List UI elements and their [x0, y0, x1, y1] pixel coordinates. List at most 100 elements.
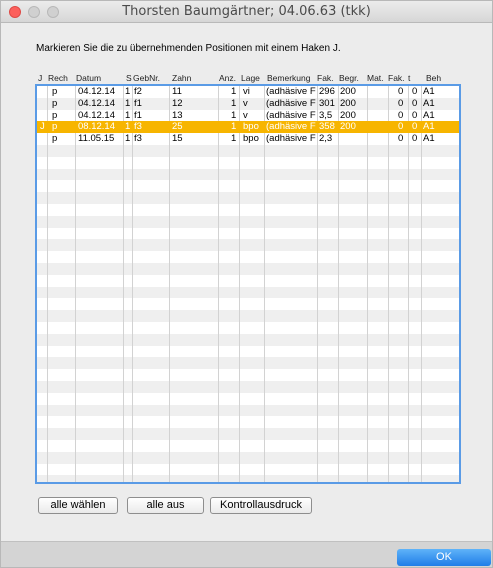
control-printout-button[interactable]: Kontrollausdruck: [210, 497, 312, 514]
column-divider: [47, 86, 48, 482]
table-stripe: [37, 239, 459, 252]
cell-beh: A1: [423, 133, 435, 145]
table-stripe: [37, 416, 459, 429]
table-stripe: [37, 251, 459, 263]
cell-fak: 2,3: [319, 133, 333, 145]
cell-fak: 358: [319, 121, 335, 133]
cell-s: 1: [125, 133, 131, 145]
column-header-fak2[interactable]: Fak.: [388, 73, 405, 83]
column-divider: [132, 86, 133, 482]
cell-t: 0: [412, 86, 418, 97]
cell-lage: v: [243, 109, 248, 121]
cell-zahn: 25: [172, 121, 183, 133]
table-stripe: [37, 333, 459, 346]
table-stripe: [37, 263, 459, 275]
column-header-datum[interactable]: Datum: [76, 73, 101, 83]
cell-s: 1: [125, 97, 131, 109]
cell-t: 0: [412, 133, 418, 145]
cell-fak2: 0: [398, 133, 404, 145]
column-header-begr[interactable]: Begr.: [339, 73, 359, 83]
table-stripe: [37, 475, 459, 482]
table-stripe: [37, 274, 459, 287]
column-header-fak[interactable]: Fak.: [317, 73, 334, 83]
cell-begr: 200: [340, 86, 356, 97]
cell-beh: A1: [423, 109, 435, 121]
cell-gebnr: f1: [134, 97, 142, 109]
table-row[interactable]: p 04.12.14 1 f1 12 1 v (adhäsive F 301 200 0 0 A1: [37, 98, 459, 110]
cell-datum: 11.05.15: [78, 133, 115, 145]
cell-bemerkung: (adhäsive F: [266, 109, 316, 121]
cell-fak2: 0: [398, 86, 404, 97]
cell-fak: 301: [319, 97, 335, 109]
cell-begr: 200: [340, 121, 356, 133]
cell-anz: 1: [231, 109, 237, 121]
column-divider: [239, 86, 240, 482]
cell-gebnr: f1: [134, 109, 142, 121]
column-header-gebnr[interactable]: GebNr.: [133, 73, 160, 83]
table-stripe: [37, 204, 459, 216]
cell-anz: 1: [231, 97, 237, 109]
cell-fak2: 0: [398, 109, 404, 121]
cell-fak2: 0: [398, 97, 404, 109]
table-stripe: [37, 168, 459, 181]
cell-fak2: 0: [398, 121, 404, 133]
table-stripe: [37, 392, 459, 405]
table-row[interactable]: Jp 08.12.14 1 f3 25 1 bpo (adhäsive F 358 200 0 0 A1: [37, 121, 459, 134]
ok-button[interactable]: OK: [397, 549, 491, 566]
column-header-t[interactable]: t: [408, 73, 410, 83]
table-stripe: [37, 322, 459, 334]
cell-anz: 1: [231, 86, 237, 97]
column-header-beh[interactable]: Beh: [426, 73, 441, 83]
cell-gebnr: f3: [134, 121, 142, 133]
column-divider: [123, 86, 124, 482]
cell-lage: bpo: [243, 121, 259, 133]
cell-zahn: 11: [172, 86, 182, 97]
cell-datum: 04.12.14: [78, 86, 115, 97]
cell-beh: A1: [423, 86, 435, 97]
column-divider: [388, 86, 389, 482]
cell-datum: 04.12.14: [78, 109, 115, 121]
table-row[interactable]: p 04.12.14 1 f2 11 1 vi (adhäsive F 296 200 0 0 A1: [37, 86, 459, 98]
table-stripe: [37, 180, 459, 193]
cell-fak: 296: [319, 86, 335, 97]
deselect-all-button[interactable]: alle aus: [127, 497, 204, 514]
cell-rech: p: [52, 109, 58, 121]
title-bar[interactable]: Thorsten Baumgärtner; 04.06.63 (tkk): [1, 1, 492, 23]
column-header-j[interactable]: J: [38, 73, 42, 83]
table-stripe: [37, 286, 459, 299]
cell-rech: p: [52, 133, 58, 145]
column-header-zahn[interactable]: Zahn: [172, 73, 191, 83]
table-stripe: [37, 463, 459, 476]
column-divider: [338, 86, 339, 482]
table-row[interactable]: p 11.05.15 1 f3 15 1 bpo (adhäsive F 2,3 0 0 A1: [37, 133, 459, 145]
cell-t: 0: [412, 97, 418, 109]
cell-datum: 04.12.14: [78, 97, 115, 109]
cell-s: 1: [125, 121, 131, 133]
table-stripe: [37, 227, 459, 240]
table-stripe: [37, 145, 459, 157]
column-divider: [75, 86, 76, 482]
table-stripe: [37, 369, 459, 381]
window-title: Thorsten Baumgärtner; 04.06.63 (tkk): [122, 4, 371, 19]
cell-zahn: 12: [172, 97, 183, 109]
table-stripe: [37, 345, 459, 358]
cell-lage: v: [243, 97, 248, 109]
positions-table[interactable]: p 04.12.14 1 f2 11 1 vi (adhäsive F 296 200 0 0 A1 p 0…: [35, 84, 461, 484]
column-divider: [218, 86, 219, 482]
column-header-s[interactable]: S: [126, 73, 132, 83]
cell-bemerkung: (adhäsive F: [266, 97, 316, 109]
column-header-anz[interactable]: Anz.: [219, 73, 236, 83]
column-header-rech[interactable]: Rech: [48, 73, 68, 83]
table-stripe: [37, 310, 459, 322]
column-header-lage[interactable]: Lage: [241, 73, 260, 83]
cell-gebnr: f2: [134, 86, 142, 97]
column-header-bemerkung[interactable]: Bemerkung: [267, 73, 310, 83]
column-header-mat[interactable]: Mat.: [367, 73, 384, 83]
cell-anz: 1: [231, 133, 237, 145]
table-row[interactable]: p 04.12.14 1 f1 13 1 v (adhäsive F 3,5 200 0 0 A1: [37, 110, 459, 122]
cell-s: 1: [125, 109, 131, 121]
table-stripe: [37, 298, 459, 311]
select-all-button[interactable]: alle wählen: [38, 497, 118, 514]
cell-zahn: 15: [172, 133, 183, 145]
table-stripe: [37, 428, 459, 440]
